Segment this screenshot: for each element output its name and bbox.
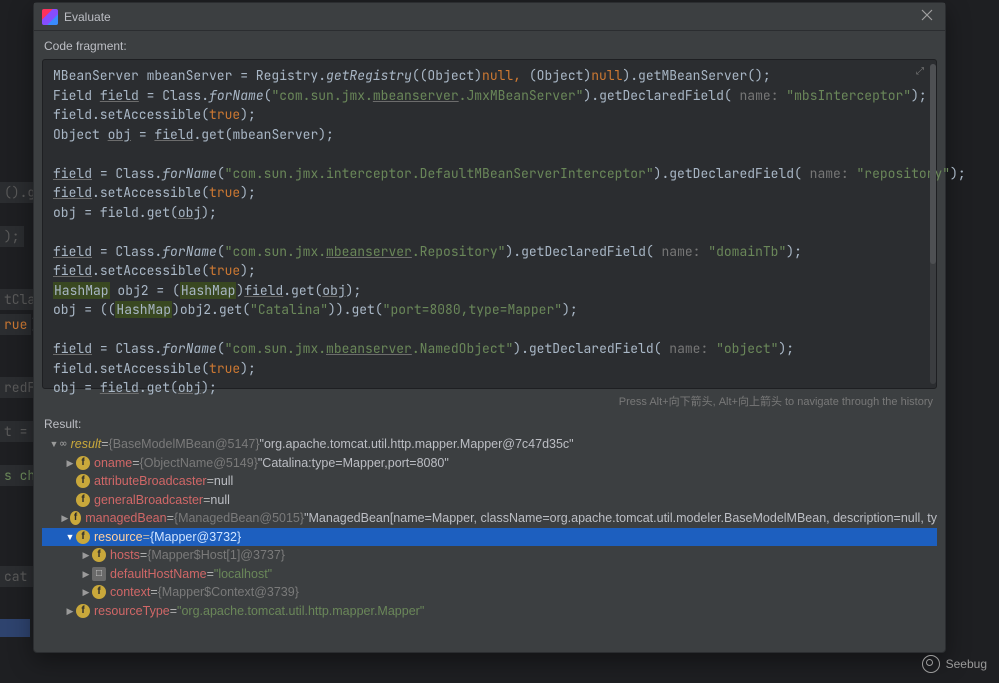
field-icon: f [76, 456, 90, 470]
watermark: Seebug [922, 655, 987, 673]
expand-arrow-icon[interactable]: ▶ [80, 583, 92, 602]
watermark-text: Seebug [946, 657, 987, 671]
expand-arrow-icon[interactable]: ▶ [60, 509, 70, 528]
backdrop-selected [0, 619, 30, 637]
code-scrollbar-thumb[interactable] [930, 64, 936, 264]
dialog-title: Evaluate [64, 10, 921, 24]
code-fragment-editor[interactable]: ⤢ MBeanServer mbeanServer = Registry.get… [42, 59, 937, 389]
infinity-icon: ∞ [60, 435, 67, 454]
close-icon[interactable] [921, 9, 937, 25]
evaluate-dialog: Evaluate Code fragment: ⤢ MBeanServer mb… [33, 2, 946, 653]
tree-node-defaultHostName[interactable]: ▶ □ defaultHostName = "localhost" [42, 565, 937, 584]
field-icon: f [76, 493, 90, 507]
tree-node-generalBroadcaster[interactable]: f generalBroadcaster = null [42, 491, 937, 510]
tree-node-resourceType[interactable]: ▶ f resourceType = "org.apache.tomcat.ut… [42, 602, 937, 621]
field-icon: f [76, 530, 90, 544]
code-content: MBeanServer mbeanServer = Registry.getRe… [43, 60, 936, 404]
field-icon: f [92, 585, 106, 599]
expand-icon[interactable]: ⤢ [916, 66, 924, 77]
expand-arrow-icon[interactable]: ▶ [80, 546, 92, 565]
tree-node-hosts[interactable]: ▶ f hosts = {Mapper$Host[1]@3737} [42, 546, 937, 565]
tree-node-resource[interactable]: ▼ f resource = {Mapper@3732} [42, 528, 937, 547]
code-scrollbar[interactable] [930, 64, 936, 384]
seebug-icon [922, 655, 940, 673]
expand-arrow-icon[interactable]: ▶ [80, 565, 92, 584]
property-icon: □ [92, 567, 106, 581]
code-fragment-label: Code fragment: [34, 31, 945, 59]
tree-node-context[interactable]: ▶ f context = {Mapper$Context@3739} [42, 583, 937, 602]
expand-arrow-icon[interactable]: ▶ [64, 454, 76, 473]
tree-node-attributeBroadcaster[interactable]: f attributeBroadcaster = null [42, 472, 937, 491]
tree-node-managedBean[interactable]: ▶ f managedBean = {ManagedBean@5015} "Ma… [42, 509, 937, 528]
field-icon: f [70, 511, 81, 525]
result-label: Result: [34, 413, 945, 435]
result-tree[interactable]: ▼ ∞ result = {BaseModelMBean@5147} "org.… [42, 435, 937, 643]
expand-arrow-icon[interactable]: ▶ [64, 602, 76, 621]
title-bar[interactable]: Evaluate [34, 3, 945, 31]
expand-arrow-icon[interactable]: ▼ [48, 435, 60, 454]
ide-icon [42, 9, 58, 25]
tree-node-result[interactable]: ▼ ∞ result = {BaseModelMBean@5147} "org.… [42, 435, 937, 454]
field-icon: f [92, 548, 106, 562]
expand-arrow-icon[interactable]: ▼ [64, 528, 76, 547]
field-icon: f [76, 604, 90, 618]
field-icon: f [76, 474, 90, 488]
tree-node-oname[interactable]: ▶ f oname = {ObjectName@5149} "Catalina:… [42, 454, 937, 473]
